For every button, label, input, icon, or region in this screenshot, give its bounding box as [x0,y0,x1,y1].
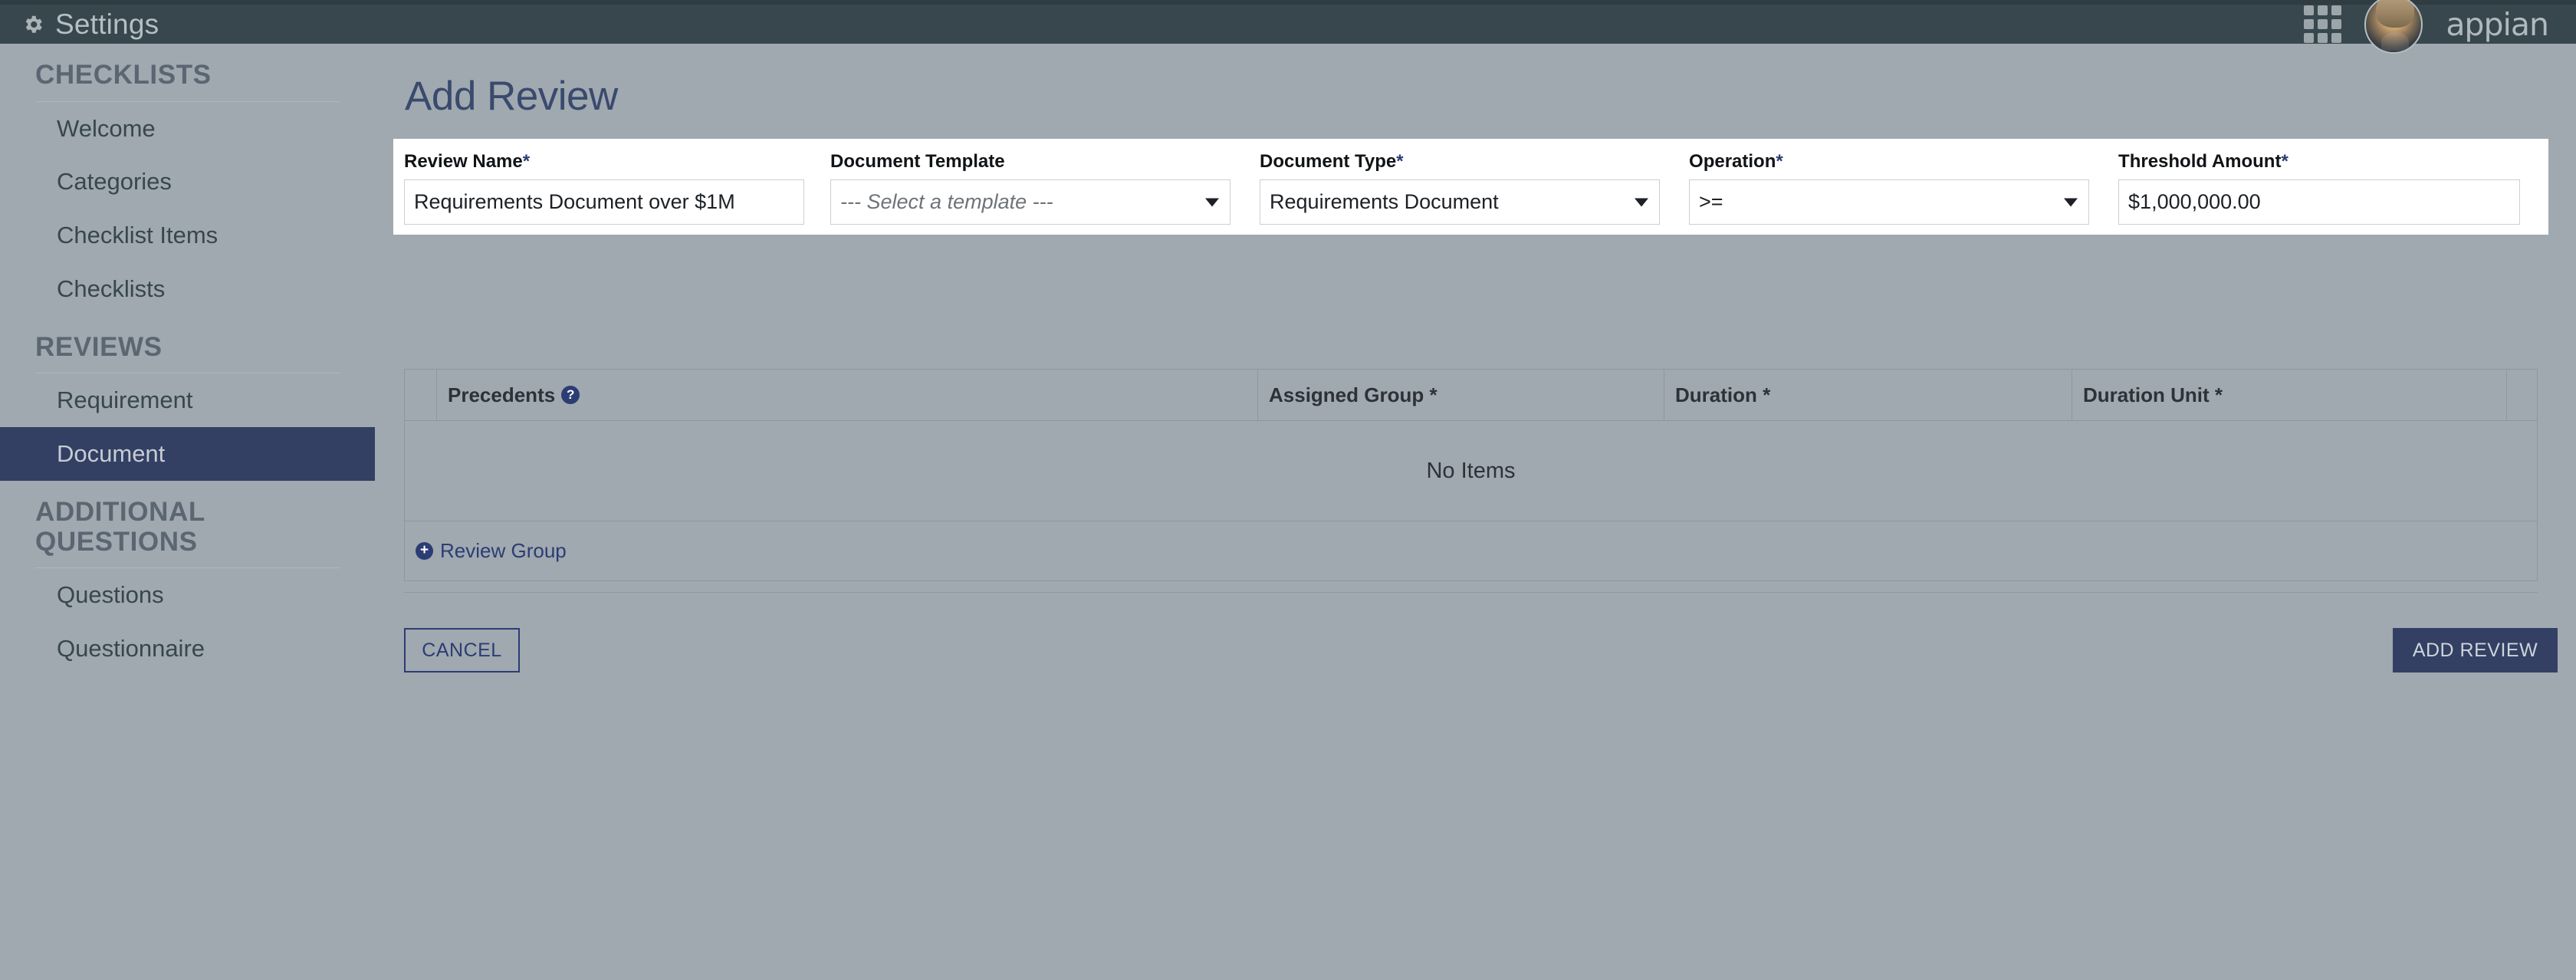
required-marker: * [2281,151,2288,172]
sidebar-heading-additional-questions: ADDITIONAL QUESTIONS [35,497,205,557]
chevron-down-icon [1635,198,1649,206]
grid-header-row: Precedents ? Assigned Group * Duration *… [404,369,2538,421]
field-document-template: Document Template --- Select a template … [830,139,1260,235]
top-bar: Settings appian [0,0,2576,54]
required-marker: * [1396,151,1404,172]
required-marker: * [1776,151,1783,172]
label-operation: Operation* [1689,151,1783,172]
page-title: Add Review [405,74,618,119]
grid-col-duration-unit: Duration Unit * [2072,370,2507,420]
grid-empty-message: No Items [1426,458,1516,483]
add-review-group-label: Review Group [440,539,567,562]
label-document-type: Document Type* [1260,151,1404,172]
sidebar-heading-reviews: REVIEWS [35,331,163,362]
field-document-type: Document Type* Requirements Document [1260,139,1689,235]
sidebar-heading-checklists: CHECKLISTS [35,60,212,90]
select-document-type[interactable]: Requirements Document [1260,179,1661,225]
field-operation: Operation* >= [1689,139,2118,235]
cancel-button[interactable]: CANCEL [404,628,520,673]
field-review-name: Review Name* Requirements Document over … [404,139,830,235]
sidebar-item-requirement[interactable]: Requirement [0,373,375,427]
review-form-card: Review Name* Requirements Document over … [393,139,2548,235]
grid-col-select [405,370,437,420]
sidebar-item-categories[interactable]: Categories [0,155,375,209]
grid-apps-icon[interactable] [2304,5,2342,43]
grid-footer: + Review Group [404,521,2538,581]
gear-icon [21,13,44,36]
label-threshold-amount: Threshold Amount* [2118,151,2288,172]
input-review-name[interactable]: Requirements Document over $1M [404,179,804,225]
plus-circle-icon: + [416,542,433,560]
select-document-template[interactable]: --- Select a template --- [830,179,1231,225]
appian-logo: appian [2446,5,2549,43]
sidebar-item-questionnaire[interactable]: Questionnaire [0,622,375,676]
sidebar-item-welcome[interactable]: Welcome [0,102,375,156]
settings-title: Settings [55,8,159,40]
grid-col-precedents: Precedents ? [437,370,1258,420]
grid-col-assigned-group: Assigned Group * [1258,370,1664,420]
label-review-name: Review Name* [404,151,531,172]
required-marker: * [522,151,531,172]
field-threshold-amount: Threshold Amount* $1,000,000.00 [2118,139,2548,235]
input-threshold-amount[interactable]: $1,000,000.00 [2118,179,2521,225]
sidebar-item-checklist-items[interactable]: Checklist Items [0,209,375,262]
grid-col-duration: Duration * [1664,370,2072,420]
grid-empty-state: No Items [404,421,2538,521]
chevron-down-icon [2064,198,2078,206]
chevron-down-icon [1205,198,1220,206]
sidebar-item-checklists[interactable]: Checklists [0,262,375,316]
sidebar-item-document[interactable]: Document [0,427,375,482]
add-review-group-link[interactable]: + Review Group [416,539,567,563]
grid-col-actions [2507,370,2537,420]
label-document-template: Document Template [830,151,1005,172]
select-operation[interactable]: >= [1689,179,2090,225]
review-groups-grid: Precedents ? Assigned Group * Duration *… [404,369,2538,581]
add-review-button[interactable]: ADD REVIEW [2393,628,2558,673]
top-bar-left: Settings [0,8,2304,41]
help-icon[interactable]: ? [561,386,580,404]
footer-divider [404,592,2538,593]
main-content: Add Review Review Name* Requirements Doc… [375,44,2576,980]
sidebar-item-questions[interactable]: Questions [0,568,375,622]
sidebar: CHECKLISTS Welcome Categories Checklist … [0,44,375,980]
